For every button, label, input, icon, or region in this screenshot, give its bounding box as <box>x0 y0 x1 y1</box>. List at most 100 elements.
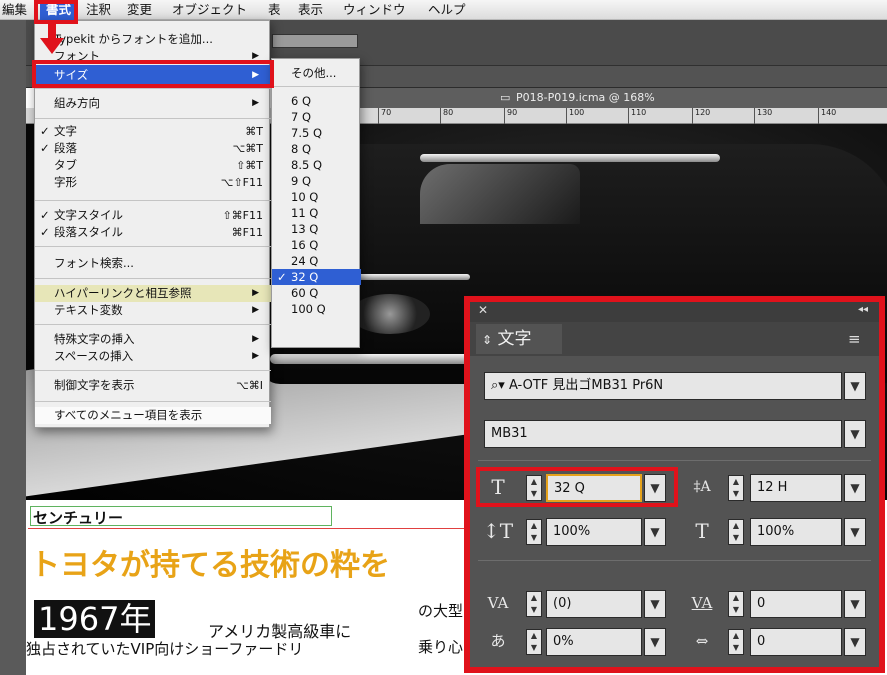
body-text-line: 乗り心 <box>418 638 464 656</box>
font-size-value: 32 Q <box>554 481 585 496</box>
tsume-input[interactable]: 0% <box>546 628 642 656</box>
size-option[interactable]: 16 Q <box>272 237 361 253</box>
size-option[interactable]: 7.5 Q <box>272 125 361 141</box>
size-option[interactable]: 60 Q <box>272 285 361 301</box>
menu-object-modify[interactable]: 変更 <box>127 0 152 20</box>
menu-table[interactable]: 表 <box>268 0 281 20</box>
horizontal-scale-dropdown-icon[interactable]: ▼ <box>844 518 866 546</box>
menu-item-find-font[interactable]: フォント検索... <box>35 255 271 272</box>
size-option[interactable]: 8.5 Q <box>272 157 361 173</box>
kerning-input[interactable]: (0) <box>546 590 642 618</box>
vertical-scale-stepper[interactable]: ▲ ▼ <box>526 519 542 545</box>
font-family-field[interactable]: ⌕▾ A-OTF 見出ゴMB31 Pr6N <box>484 372 842 400</box>
menu-item-character[interactable]: ✓ 文字 ⌘T <box>35 123 271 140</box>
aki-icon: ⇔ <box>695 632 709 650</box>
horizontal-scale-icon: T <box>695 519 709 543</box>
close-icon[interactable]: ✕ <box>478 303 488 317</box>
size-option[interactable]: 13 Q <box>272 221 361 237</box>
menu-item-label: 段落 <box>54 141 77 155</box>
caption-frame[interactable]: センチュリー <box>30 506 332 527</box>
annotation-box-format-menu <box>34 0 78 24</box>
menu-view[interactable]: 表示 <box>298 0 323 20</box>
font-family-dropdown-icon[interactable]: ▼ <box>844 372 866 400</box>
menu-item-paragraph-styles[interactable]: ✓ 段落スタイル ⌘F11 <box>35 224 271 241</box>
size-option[interactable]: 11 Q <box>272 205 361 221</box>
ruler-tick: 130 <box>754 108 772 124</box>
selected-text[interactable]: 1967年 <box>34 600 156 638</box>
font-size-input[interactable]: 32 Q <box>546 474 642 502</box>
size-option[interactable]: 24 Q <box>272 253 361 269</box>
submenu-arrow-icon: ▶ <box>252 351 259 361</box>
control-field[interactable] <box>272 34 358 48</box>
size-option[interactable]: 6 Q <box>272 93 361 109</box>
vertical-scale-input[interactable]: 100% <box>546 518 642 546</box>
tracking-dropdown-icon[interactable]: ▼ <box>844 590 866 618</box>
aki-input[interactable]: 0 <box>750 628 842 656</box>
menu-item-hyperlinks-cross-references[interactable]: ハイパーリンクと相互参照 ▶ <box>35 285 271 302</box>
size-option[interactable]: 8 Q <box>272 141 361 157</box>
menu-item-label: 文字 <box>54 124 77 138</box>
menu-item-text-variables[interactable]: テキスト変数 ▶ <box>35 302 271 319</box>
menu-window[interactable]: ウィンドウ <box>343 0 406 20</box>
body-text-line: の大型 <box>418 602 464 620</box>
tsume-stepper[interactable]: ▲ ▼ <box>526 629 542 655</box>
font-size-icon: T <box>491 475 505 499</box>
vertical-scale-dropdown-icon[interactable]: ▼ <box>644 518 666 546</box>
tracking-stepper[interactable]: ▲ ▼ <box>728 591 744 617</box>
aki-stepper[interactable]: ▲ ▼ <box>728 629 744 655</box>
font-size-dropdown-icon[interactable]: ▼ <box>644 474 666 502</box>
menu-separator <box>35 370 271 371</box>
panel-menu-icon[interactable]: ≡ <box>848 330 861 348</box>
menu-item-text-direction[interactable]: 組み方向 ▶ <box>35 95 271 112</box>
font-style-dropdown-icon[interactable]: ▼ <box>844 420 866 448</box>
menu-item-label: 制御文字を表示 <box>54 378 135 392</box>
size-option[interactable]: 10 Q <box>272 189 361 205</box>
menu-help[interactable]: ヘルプ <box>428 0 466 20</box>
menu-notes[interactable]: 注釈 <box>86 0 111 20</box>
horizontal-scale-value: 100% <box>757 524 795 539</box>
leading-input[interactable]: 12 H <box>750 474 842 502</box>
menu-item-show-hidden-characters[interactable]: 制御文字を表示 ⌥⌘I <box>35 377 271 394</box>
menu-item-add-typekit-fonts[interactable]: Typekit からフォントを追加... <box>35 31 271 48</box>
tracking-input[interactable]: 0 <box>750 590 842 618</box>
menu-item-insert-special-character[interactable]: 特殊文字の挿入 ▶ <box>35 331 271 348</box>
menu-item-tabs[interactable]: タブ ⇧⌘T <box>35 157 271 174</box>
menu-item-character-styles[interactable]: ✓ 文字スタイル ⇧⌘F11 <box>35 207 271 224</box>
size-option-selected[interactable]: ✓ 32 Q <box>272 269 361 285</box>
kerning-stepper[interactable]: ▲ ▼ <box>526 591 542 617</box>
tsume-value: 0% <box>553 634 574 649</box>
submenu-arrow-icon: ▶ <box>252 334 259 344</box>
search-icon: ⌕▾ <box>491 378 509 393</box>
menu-item-glyphs[interactable]: 字形 ⌥⇧F11 <box>35 174 271 191</box>
menu-item-label: すべてのメニュー項目を表示 <box>54 408 203 422</box>
aki-dropdown-icon[interactable]: ▼ <box>844 628 866 656</box>
leading-stepper[interactable]: ▲ ▼ <box>728 475 744 501</box>
leading-dropdown-icon[interactable]: ▼ <box>844 474 866 502</box>
font-size-stepper[interactable]: ▲ ▼ <box>526 475 542 501</box>
size-option[interactable]: 9 Q <box>272 173 361 189</box>
menu-shortcut: ⌘T <box>245 125 263 138</box>
body-text-line: 独占されていたVIP向けショーファードリ <box>26 640 304 658</box>
menu-separator <box>35 118 271 119</box>
tsume-dropdown-icon[interactable]: ▼ <box>644 628 666 656</box>
menu-item-insert-white-space[interactable]: スペースの挿入 ▶ <box>35 348 271 365</box>
menu-item-show-all-menu-items[interactable]: すべてのメニュー項目を表示 <box>35 407 271 424</box>
menu-edit[interactable]: 編集 <box>2 0 27 20</box>
size-option[interactable]: 7 Q <box>272 109 361 125</box>
horizontal-scale-input[interactable]: 100% <box>750 518 842 546</box>
kerning-dropdown-icon[interactable]: ▼ <box>644 590 666 618</box>
font-style-value: MB31 <box>491 426 528 441</box>
size-option[interactable]: 100 Q <box>272 301 361 317</box>
document-tab[interactable]: ▭ P018-P019.icma @ 168% <box>340 88 887 108</box>
check-icon: ✓ <box>40 208 50 222</box>
car-wheel <box>350 294 430 334</box>
menu-item-label: 文字スタイル <box>54 208 123 222</box>
font-style-field[interactable]: MB31 <box>484 420 842 448</box>
size-other[interactable]: その他... <box>272 65 361 81</box>
horizontal-scale-stepper[interactable]: ▲ ▼ <box>728 519 744 545</box>
menu-item-paragraph[interactable]: ✓ 段落 ⌥⌘T <box>35 140 271 157</box>
menu-object[interactable]: オブジェクト <box>172 0 247 20</box>
collapse-icon[interactable]: ◂◂ <box>858 304 868 315</box>
document-icon: ▭ <box>500 91 511 104</box>
tab-character[interactable]: ⇕ 文字 <box>476 324 562 354</box>
